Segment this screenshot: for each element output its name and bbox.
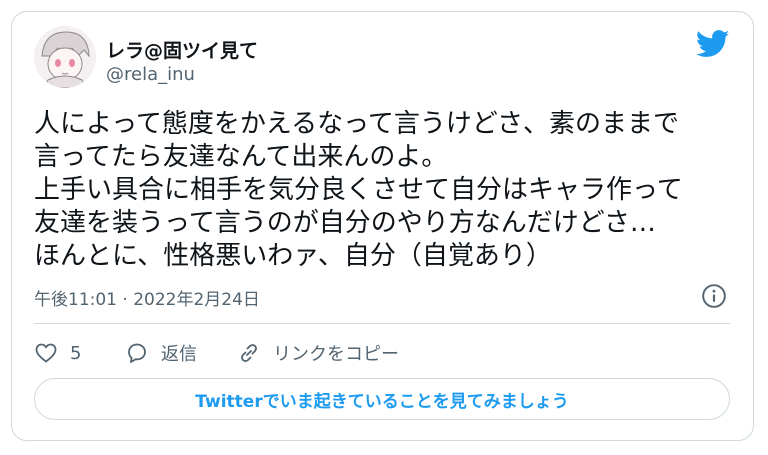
link-icon — [241, 344, 257, 362]
tweet-line: 人によって態度をかえるなって言うけどさ、素のままで — [34, 109, 680, 139]
user-handle[interactable]: @rela_inu — [106, 64, 195, 85]
like-count: 5 — [70, 342, 82, 364]
divider — [34, 323, 730, 324]
copy-link-label: リンクをコピー — [273, 344, 399, 365]
reply-icon — [128, 343, 146, 363]
info-icon[interactable] — [701, 283, 727, 309]
tweet-line: ほんとに、性格悪いわァ、自分（自覚あり） — [34, 241, 552, 271]
twitter-bird-icon[interactable] — [696, 30, 730, 58]
tweet-line: 友達を装うって言うのが自分のやり方なんだけどさ… — [34, 208, 656, 238]
reply-label: 返信 — [161, 344, 197, 365]
heart-icon — [35, 343, 57, 363]
copy-link-button[interactable]: リンクをコピー — [237, 340, 399, 366]
see-whats-happening-button[interactable]: Twitterでいま起きていることを見てみましょう — [34, 378, 730, 420]
avatar-illustration — [34, 26, 96, 88]
tweet-timestamp[interactable]: 午後11:01 · 2022年2月24日 — [34, 285, 260, 310]
reply-button[interactable]: 返信 — [125, 340, 197, 366]
like-button[interactable]: 5 — [34, 340, 81, 366]
tweet-line: 上手い具合に相手を気分良くさせて自分はキャラ作って — [34, 175, 683, 205]
tweet-text: 人によって態度をかえるなって言うけどさ、素のままで 言ってたら友達なんて出来んの… — [34, 108, 734, 273]
avatar[interactable] — [34, 26, 96, 88]
tweet-line: 言ってたら友達なんて出来んのよ。 — [34, 142, 448, 172]
display-name[interactable]: レラ@固ツイ見て — [106, 36, 258, 63]
